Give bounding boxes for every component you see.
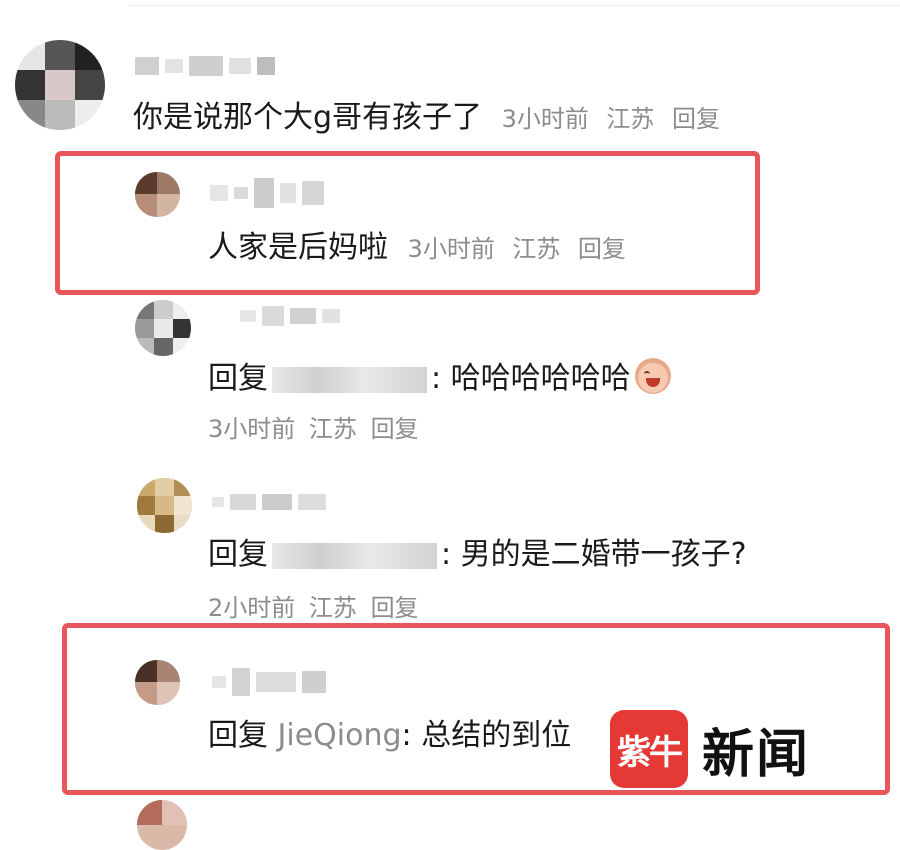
comment-time: 3小时前 <box>407 235 495 263</box>
comment-location: 江苏 <box>512 235 561 263</box>
comment-row: 人家是后妈啦 3小时前 江苏 回复 <box>208 230 626 267</box>
avatar[interactable] <box>137 478 192 533</box>
username[interactable] <box>212 668 326 696</box>
watermark: 紫牛 新闻 <box>610 710 810 788</box>
comment-text: : 哈哈哈哈哈哈 <box>431 361 631 396</box>
comment-location: 江苏 <box>606 105 655 133</box>
reply-button[interactable]: 回复 <box>578 235 626 263</box>
comment-text: : 总结的到位 <box>401 718 572 753</box>
comment-time: 2小时前 <box>208 594 296 622</box>
reply-prefix: 回复 <box>208 361 268 396</box>
avatar[interactable] <box>137 800 187 850</box>
crying-laughing-emoji-icon <box>634 358 671 394</box>
username[interactable] <box>135 56 275 76</box>
avatar[interactable] <box>15 40 105 130</box>
comment-row: 你是说那个大g哥有孩子了 3小时前 江苏 回复 <box>133 100 720 137</box>
reply-content: 回复 JieQiong: 总结的到位 <box>208 718 571 754</box>
mention-blurred[interactable] <box>272 542 437 569</box>
comment-time: 3小时前 <box>208 415 296 443</box>
comment-text: 你是说那个大g哥有孩子了 <box>133 100 483 135</box>
comment-location: 江苏 <box>308 594 357 622</box>
comment-text: : 男的是二婚带一孩子? <box>441 537 747 572</box>
divider <box>130 5 900 6</box>
username[interactable] <box>240 306 340 326</box>
mention-link[interactable]: JieQiong <box>278 718 402 753</box>
mention-blurred[interactable] <box>272 366 427 393</box>
reply-button[interactable]: 回复 <box>672 105 720 133</box>
username[interactable] <box>212 494 326 510</box>
reply-button[interactable]: 回复 <box>371 594 419 622</box>
avatar[interactable] <box>135 660 180 705</box>
comment-meta: 2小时前 江苏 回复 <box>208 593 419 623</box>
comment-location: 江苏 <box>308 415 357 443</box>
reply-content: 回复 : 哈哈哈哈哈哈 <box>208 358 671 397</box>
brand-logo: 紫牛 <box>610 710 688 788</box>
comment-time: 3小时前 <box>501 105 589 133</box>
brand-text: 新闻 <box>702 723 811 785</box>
reply-prefix: 回复 <box>208 537 268 572</box>
comment-meta: 3小时前 江苏 回复 <box>208 414 419 444</box>
username[interactable] <box>210 178 324 208</box>
reply-prefix: 回复 <box>208 718 268 753</box>
reply-button[interactable]: 回复 <box>371 415 419 443</box>
avatar[interactable] <box>135 172 180 217</box>
comment-text: 人家是后妈啦 <box>208 230 388 265</box>
avatar[interactable] <box>135 300 191 356</box>
reply-content: 回复 : 男的是二婚带一孩子? <box>208 537 747 573</box>
